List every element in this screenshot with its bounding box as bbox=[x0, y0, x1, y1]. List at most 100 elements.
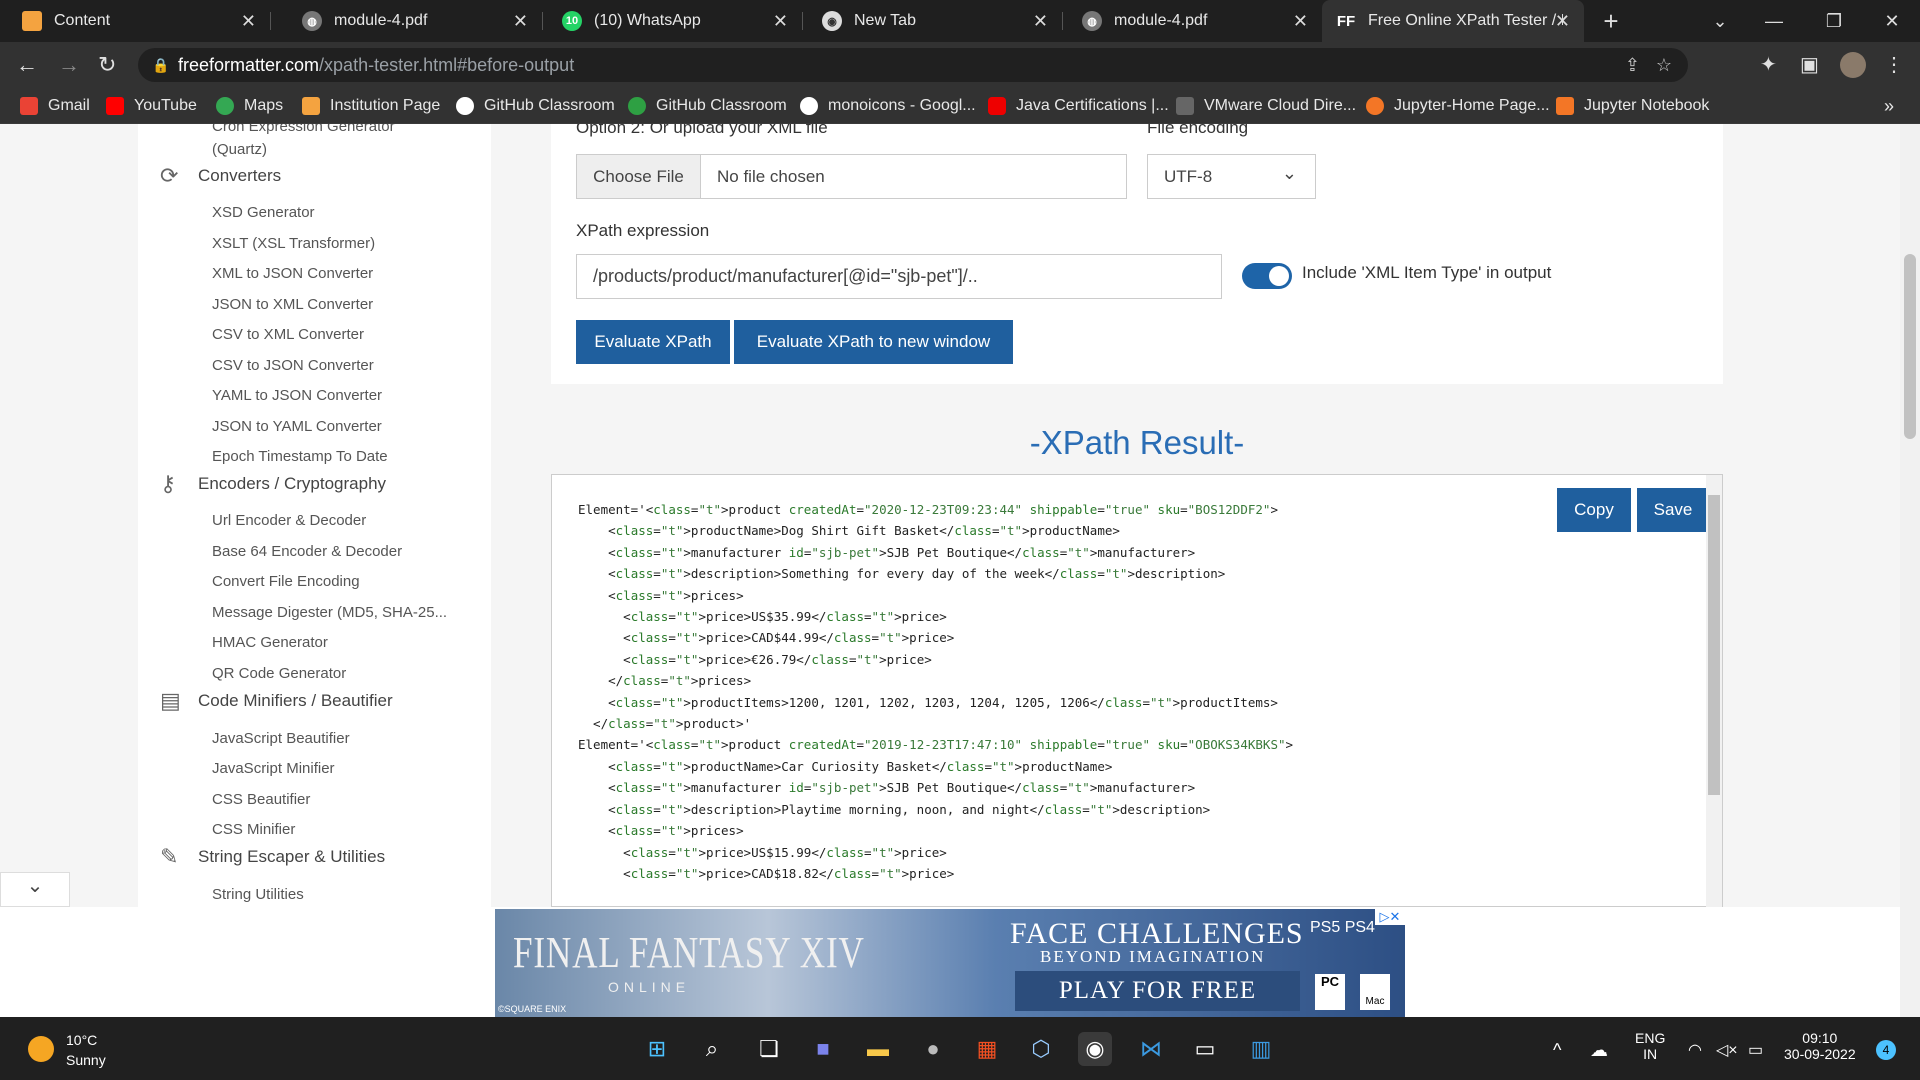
close-icon[interactable]: ✕ bbox=[1293, 11, 1308, 32]
side-panel-icon[interactable]: ▣ bbox=[1800, 52, 1819, 77]
clock[interactable]: 09:10 30-09-2022 bbox=[1784, 1030, 1856, 1062]
result-scrollbar[interactable] bbox=[1706, 475, 1722, 907]
bookmark-vmware[interactable]: VMware Cloud Dire... bbox=[1176, 88, 1356, 124]
evaluate-xpath-button[interactable]: Evaluate XPath bbox=[576, 320, 730, 364]
tab-search-icon[interactable]: ⌄ bbox=[1692, 0, 1748, 42]
page-scrollbar[interactable] bbox=[1900, 124, 1920, 1017]
sidebar-item[interactable]: JSON to YAML Converter bbox=[212, 418, 382, 435]
terminal-icon[interactable]: ▭ bbox=[1188, 1032, 1222, 1066]
weather-temp[interactable]: 10°C bbox=[66, 1032, 97, 1048]
minimize-button[interactable]: — bbox=[1746, 0, 1802, 42]
result-panel[interactable]: Element='<class="t">product createdAt="2… bbox=[551, 474, 1723, 907]
sidebar-item[interactable]: Message Digester (MD5, SHA-25... bbox=[212, 604, 447, 621]
sidebar-item[interactable]: JavaScript Beautifier bbox=[212, 730, 350, 747]
scrollbar-thumb[interactable] bbox=[1708, 495, 1720, 795]
tab-content[interactable]: Content ✕ bbox=[0, 0, 270, 42]
bookmark-jupyter-home[interactable]: Jupyter-Home Page... bbox=[1366, 88, 1550, 124]
reload-button[interactable]: ↻ bbox=[98, 52, 116, 78]
sidebar-item[interactable]: JSON to XML Converter bbox=[212, 296, 373, 313]
volume-muted-icon[interactable]: ◁× bbox=[1716, 1040, 1738, 1060]
cube-icon[interactable]: ⬡ bbox=[1024, 1032, 1058, 1066]
bookmark-maps[interactable]: Maps bbox=[216, 88, 283, 124]
restore-button[interactable]: ❐ bbox=[1806, 0, 1862, 42]
sidebar-item[interactable]: HMAC Generator bbox=[212, 634, 328, 651]
file-explorer-icon[interactable]: ▬ bbox=[861, 1032, 895, 1066]
chrome-icon[interactable]: ◉ bbox=[1078, 1032, 1112, 1066]
sidebar-item[interactable]: Base 64 Encoder & Decoder bbox=[212, 543, 402, 560]
forward-button[interactable]: → bbox=[58, 52, 80, 78]
sidebar-item[interactable]: Epoch Timestamp To Date bbox=[212, 448, 388, 465]
sidebar-item[interactable]: XSD Generator bbox=[212, 204, 315, 221]
sidebar-item[interactable]: JavaScript Minifier bbox=[212, 760, 335, 777]
collapse-ad-button[interactable]: ⌄ bbox=[0, 872, 70, 907]
vscode-icon[interactable]: ⋈ bbox=[1134, 1032, 1168, 1066]
new-tab-button[interactable]: + bbox=[1583, 0, 1639, 42]
language-indicator[interactable]: ENG IN bbox=[1635, 1030, 1665, 1062]
bookmark-monoicons[interactable]: monoicons - Googl... bbox=[800, 88, 976, 124]
sidebar-item[interactable]: String Utilities bbox=[212, 886, 304, 903]
bookmark-gmail[interactable]: Gmail bbox=[20, 88, 90, 124]
bookmark-java[interactable]: Java Certifications |... bbox=[988, 88, 1169, 124]
address-bar[interactable]: 🔒 freeformatter.com/xpath-tester.html#be… bbox=[138, 48, 1688, 82]
sidebar-item[interactable]: XML to JSON Converter bbox=[212, 265, 373, 282]
sidebar-item[interactable]: Convert File Encoding bbox=[212, 573, 360, 590]
notification-badge[interactable]: 4 bbox=[1876, 1040, 1896, 1060]
tab-module-4[interactable]: ◍ module-4.pdf ✕ bbox=[280, 0, 542, 42]
ad-close-icon[interactable]: ▷✕ bbox=[1375, 909, 1405, 925]
sidebar-item[interactable]: XSLT (XSL Transformer) bbox=[212, 235, 375, 252]
close-icon[interactable]: ✕ bbox=[1033, 11, 1048, 32]
sidebar-item[interactable]: CSV to XML Converter bbox=[212, 326, 364, 343]
tab-module-4-b[interactable]: ◍ module-4.pdf ✕ bbox=[1060, 0, 1322, 42]
notepad-icon[interactable]: ▥ bbox=[1244, 1032, 1278, 1066]
close-icon[interactable]: ✕ bbox=[773, 11, 788, 32]
tab-new-tab[interactable]: ◉ New Tab ✕ bbox=[800, 0, 1062, 42]
wifi-icon[interactable]: ◠ bbox=[1688, 1040, 1702, 1060]
copy-button[interactable]: Copy bbox=[1557, 488, 1631, 532]
more-bookmarks[interactable]: » bbox=[1884, 88, 1894, 124]
sidebar-item-cron[interactable]: Cron Expression Generator bbox=[212, 124, 395, 135]
file-input[interactable]: Choose File No file chosen bbox=[576, 154, 1127, 199]
bookmark-github-1[interactable]: GitHub Classroom bbox=[456, 88, 615, 124]
teams-icon[interactable]: ■ bbox=[806, 1032, 840, 1066]
xpath-input[interactable]: /products/product/manufacturer[@id="sjb-… bbox=[576, 254, 1222, 299]
sidebar-item[interactable]: CSS Beautifier bbox=[212, 791, 310, 808]
window-close-button[interactable]: ✕ bbox=[1864, 0, 1920, 42]
close-icon[interactable]: ✕ bbox=[241, 11, 256, 32]
tab-xpath-tester[interactable]: FF Free Online XPath Tester / E ✕ bbox=[1322, 0, 1584, 42]
sidebar-item[interactable]: YAML to JSON Converter bbox=[212, 387, 382, 404]
menu-icon[interactable]: ⋮ bbox=[1884, 52, 1904, 77]
avatar[interactable] bbox=[1840, 52, 1866, 78]
evaluate-new-window-button[interactable]: Evaluate XPath to new window bbox=[734, 320, 1013, 364]
search-icon[interactable]: ⌕ bbox=[695, 1032, 729, 1066]
bookmark-star-icon[interactable]: ☆ bbox=[1656, 55, 1672, 76]
close-icon[interactable]: ✕ bbox=[513, 11, 528, 32]
ad-banner[interactable]: FINAL FANTASY XIV ONLINE ©SQUARE ENIX FA… bbox=[495, 909, 1405, 1017]
weather-condition[interactable]: Sunny bbox=[66, 1052, 106, 1068]
back-button[interactable]: ← bbox=[16, 52, 38, 78]
sidebar-item[interactable]: Url Encoder & Decoder bbox=[212, 512, 366, 529]
bookmark-jupyter-notebook[interactable]: Jupyter Notebook bbox=[1556, 88, 1709, 124]
chevron-up-icon[interactable]: ^ bbox=[1553, 1040, 1561, 1061]
bookmark-youtube[interactable]: YouTube bbox=[106, 88, 197, 124]
result-code[interactable]: Element='<class="t">product createdAt="2… bbox=[578, 499, 1293, 884]
bookmark-github-2[interactable]: GitHub Classroom bbox=[628, 88, 787, 124]
scrollbar-thumb[interactable] bbox=[1904, 254, 1916, 439]
xml-item-type-toggle[interactable] bbox=[1242, 263, 1292, 289]
start-icon[interactable]: ⊞ bbox=[640, 1032, 674, 1066]
close-icon[interactable]: ✕ bbox=[1555, 11, 1570, 32]
sidebar-item[interactable]: CSV to JSON Converter bbox=[212, 357, 374, 374]
sidebar-item[interactable]: QR Code Generator bbox=[212, 665, 346, 682]
app-icon[interactable]: ● bbox=[916, 1032, 950, 1066]
sidebar-item-cron-2[interactable]: (Quartz) bbox=[212, 141, 267, 158]
choose-file-button[interactable]: Choose File bbox=[577, 155, 701, 198]
sidebar-item[interactable]: CSS Minifier bbox=[212, 821, 295, 838]
tab-whatsapp[interactable]: 10 (10) WhatsApp ✕ bbox=[540, 0, 802, 42]
battery-icon[interactable]: ▭ bbox=[1748, 1040, 1763, 1060]
task-view-icon[interactable]: ❏ bbox=[752, 1032, 786, 1066]
encoding-select[interactable]: UTF-8 ⌄ bbox=[1147, 154, 1316, 199]
onedrive-icon[interactable]: ☁ bbox=[1590, 1040, 1608, 1061]
store-icon[interactable]: ▦ bbox=[970, 1032, 1004, 1066]
ad-cta-button[interactable]: PLAY FOR FREE bbox=[1015, 971, 1300, 1011]
bookmark-institution[interactable]: Institution Page bbox=[302, 88, 440, 124]
share-icon[interactable]: ⇪ bbox=[1625, 55, 1640, 76]
